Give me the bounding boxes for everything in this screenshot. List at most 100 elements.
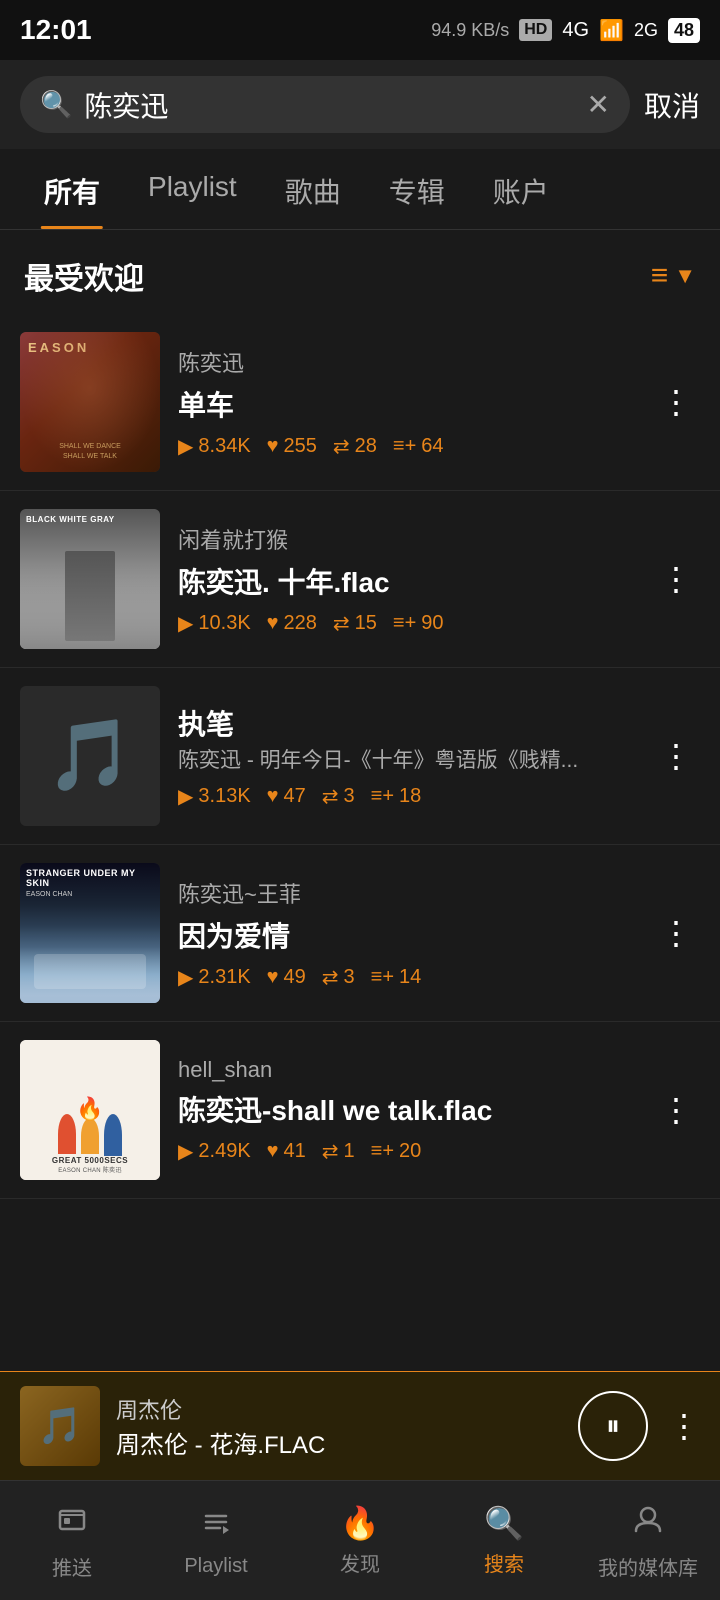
heart-icon: ♥ [267, 785, 279, 808]
song-info: 陈奕迅~王菲 因为爱情 ▶ 2.31K ♥ 49 ⇄ 3 ≡+ 14 [178, 877, 634, 990]
list-item[interactable]: 🔥 GREAT 5000SECS EASON CHAN 陈奕迅 hell_sha… [0, 1022, 720, 1199]
repost-count: ⇄ 28 [333, 434, 377, 459]
song-stats: ▶ 10.3K ♥ 228 ⇄ 15 ≡+ 90 [178, 611, 634, 636]
repost-count: ⇄ 3 [322, 784, 355, 809]
play-icon: ▶ [178, 965, 193, 990]
clear-search-button[interactable]: ✕ [587, 88, 610, 121]
song-title: 陈奕迅-shall we talk.flac [178, 1089, 634, 1129]
song-title: 陈奕迅. 十年.flac [178, 561, 634, 601]
bottom-player[interactable]: 🎵 周杰伦 周杰伦 - 花海.FLAC ⏸ ⋮ [0, 1371, 720, 1480]
status-right: 94.9 KB/s HD 4G 📶 2G 48 [431, 18, 700, 43]
player-track: 周杰伦 - 花海.FLAC [116, 1425, 562, 1460]
more-options-button[interactable]: ⋮ [652, 375, 700, 429]
nav-search[interactable]: 🔍 搜索 [432, 1481, 576, 1600]
section-title: 最受欢迎 [24, 254, 144, 298]
list-item[interactable]: eason SHALL WE DANCESHALL WE TALK 陈奕迅 单车… [0, 314, 720, 491]
search-input[interactable] [84, 89, 574, 121]
repost-icon: ⇄ [322, 1139, 339, 1164]
song-thumbnail: 🔥 GREAT 5000SECS EASON CHAN 陈奕迅 [20, 1040, 160, 1180]
heart-icon: ♥ [267, 1140, 279, 1163]
list-item[interactable]: STRANGER UNDER MY SKIN EASON CHAN 陈奕迅~王菲… [0, 845, 720, 1022]
play-count: ▶ 10.3K [178, 611, 251, 636]
tab-account[interactable]: 账户 [469, 149, 573, 229]
player-album-art: 🎵 [20, 1386, 100, 1466]
play-icon: ▶ [178, 784, 193, 809]
song-info: hell_shan 陈奕迅-shall we talk.flac ▶ 2.49K… [178, 1057, 634, 1164]
song-thumbnail: BLACK WHITE GRAY [20, 509, 160, 649]
song-thumbnail: eason SHALL WE DANCESHALL WE TALK [20, 332, 160, 472]
repost-icon: ⇄ [322, 784, 339, 809]
like-count: ♥ 49 [267, 966, 306, 989]
bottom-navigation: 推送 Playlist 🔥 发现 🔍 搜索 我的媒体库 [0, 1480, 720, 1600]
push-icon [54, 1501, 90, 1546]
pause-button[interactable]: ⏸ [578, 1391, 648, 1461]
album-art-placeholder: 🎵 [20, 686, 160, 826]
play-count: ▶ 2.31K [178, 965, 251, 990]
like-count: ♥ 41 [267, 1140, 306, 1163]
play-count: ▶ 8.34K [178, 434, 251, 459]
playlist-add-count: ≡+ 14 [371, 966, 422, 989]
tab-all[interactable]: 所有 [20, 149, 124, 229]
nav-push[interactable]: 推送 [0, 1481, 144, 1600]
more-options-button[interactable]: ⋮ [652, 1083, 700, 1137]
player-artist: 周杰伦 [116, 1393, 562, 1425]
filter-button[interactable]: ≡ ▼ [651, 259, 696, 293]
song-stats: ▶ 2.31K ♥ 49 ⇄ 3 ≡+ 14 [178, 965, 634, 990]
more-options-button[interactable]: ⋮ [652, 729, 700, 783]
nav-push-label: 推送 [52, 1552, 92, 1581]
play-count: ▶ 3.13K [178, 784, 251, 809]
cancel-search-button[interactable]: 取消 [644, 85, 700, 125]
play-icon: ▶ [178, 611, 193, 636]
album-art-season: eason SHALL WE DANCESHALL WE TALK [20, 332, 160, 472]
playlist-add-count: ≡+ 20 [371, 1140, 422, 1163]
add-icon: ≡+ [393, 435, 416, 458]
repost-count: ⇄ 1 [322, 1139, 355, 1164]
play-icon: ▶ [178, 1139, 193, 1164]
song-stats: ▶ 8.34K ♥ 255 ⇄ 28 ≡+ 64 [178, 434, 634, 459]
like-count: ♥ 228 [267, 612, 317, 635]
library-icon [630, 1501, 666, 1546]
album-art-great: 🔥 GREAT 5000SECS EASON CHAN 陈奕迅 [20, 1040, 160, 1180]
song-uploader: 陈奕迅~王菲 [178, 877, 634, 909]
song-uploader: 陈奕迅 - 明年今日-《十年》粤语版《贱精... [178, 747, 634, 774]
player-more-button[interactable]: ⋮ [668, 1407, 700, 1445]
search-icon: 🔍 [40, 89, 72, 120]
song-stats: ▶ 2.49K ♥ 41 ⇄ 1 ≡+ 20 [178, 1139, 634, 1164]
add-icon: ≡+ [371, 1140, 394, 1163]
search-tabs: 所有 Playlist 歌曲 专辑 账户 [0, 149, 720, 230]
repost-count: ⇄ 3 [322, 965, 355, 990]
network-speed: 94.9 KB/s [431, 20, 509, 41]
list-item[interactable]: BLACK WHITE GRAY 闲着就打猴 陈奕迅. 十年.flac ▶ 10… [0, 491, 720, 668]
tab-album[interactable]: 专辑 [365, 149, 469, 229]
signal-icon: 📶 [599, 18, 624, 43]
album-art-stranger: STRANGER UNDER MY SKIN EASON CHAN [20, 863, 160, 1003]
song-info: 闲着就打猴 陈奕迅. 十年.flac ▶ 10.3K ♥ 228 ⇄ 15 ≡+… [178, 523, 634, 636]
tab-playlist[interactable]: Playlist [124, 149, 261, 229]
add-icon: ≡+ [371, 785, 394, 808]
like-count: ♥ 47 [267, 785, 306, 808]
more-options-button[interactable]: ⋮ [652, 552, 700, 606]
like-count: ♥ 255 [267, 435, 317, 458]
battery-indicator: 48 [668, 18, 700, 43]
song-thumbnail: STRANGER UNDER MY SKIN EASON CHAN [20, 863, 160, 1003]
song-info: 陈奕迅 单车 ▶ 8.34K ♥ 255 ⇄ 28 ≡+ 64 [178, 346, 634, 459]
filter-icon: ≡ [651, 259, 669, 293]
signal-2g: 2G [634, 20, 658, 41]
more-options-button[interactable]: ⋮ [652, 906, 700, 960]
player-controls: ⏸ ⋮ [578, 1391, 700, 1461]
status-bar: 12:01 94.9 KB/s HD 4G 📶 2G 48 [0, 0, 720, 60]
fire-icon: 🔥 [340, 1504, 380, 1542]
nav-library[interactable]: 我的媒体库 [576, 1481, 720, 1600]
nav-playlist[interactable]: Playlist [144, 1481, 288, 1600]
network-type: 4G [562, 19, 589, 42]
search-bar: 🔍 ✕ 取消 [0, 60, 720, 149]
most-popular-header: 最受欢迎 ≡ ▼ [0, 230, 720, 314]
nav-discover[interactable]: 🔥 发现 [288, 1481, 432, 1600]
song-thumbnail: 🎵 [20, 686, 160, 826]
album-art-bwg: BLACK WHITE GRAY [20, 509, 160, 649]
list-item[interactable]: 🎵 执笔 陈奕迅 - 明年今日-《十年》粤语版《贱精... ▶ 3.13K ♥ … [0, 668, 720, 845]
search-input-wrapper[interactable]: 🔍 ✕ [20, 76, 630, 133]
repost-icon: ⇄ [322, 965, 339, 990]
nav-library-label: 我的媒体库 [598, 1552, 698, 1581]
tab-songs[interactable]: 歌曲 [261, 149, 365, 229]
